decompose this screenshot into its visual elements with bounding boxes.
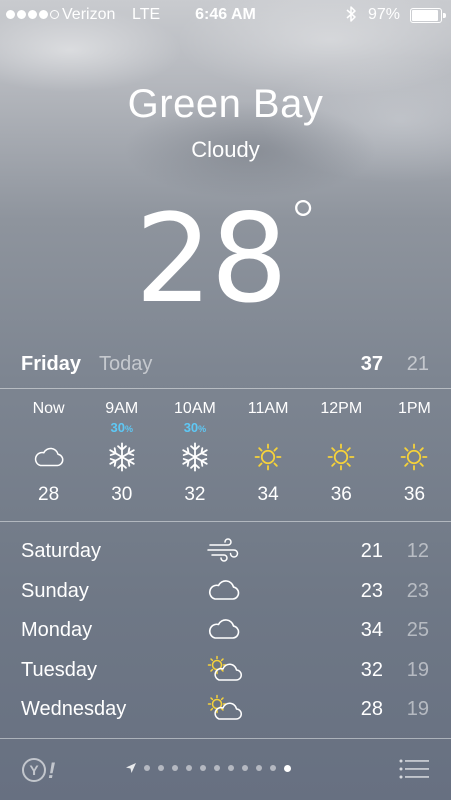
day-high: 23: [360, 579, 383, 602]
precip-chance: 30%: [183, 420, 207, 435]
page-dot[interactable]: [214, 765, 220, 771]
precip-chance: [232, 420, 305, 436]
page-dot[interactable]: [144, 765, 150, 771]
day-low: 12: [406, 540, 429, 562]
hourly-forecast[interactable]: Now 28 9AM 30% 30 10AM 30% 32 11AM 34 12PM 36 1PM 36: [0, 398, 451, 518]
day-name: Monday: [21, 619, 93, 641]
hour-label: 11AM: [247, 400, 289, 417]
bottom-toolbar: Y!: [0, 738, 451, 800]
day-high: 28: [360, 698, 383, 720]
daily-forecast-row: Tuesday 32 19: [0, 651, 451, 691]
divider: [0, 388, 451, 389]
today-summary-row: Friday Today 37 21: [0, 345, 451, 385]
day-high: 21: [360, 540, 383, 562]
hour-label: 12PM: [320, 400, 363, 417]
yahoo-logo-button[interactable]: Y!: [22, 758, 62, 784]
battery-percentage: 97%: [368, 6, 401, 23]
today-day-name: Friday: [21, 353, 82, 375]
hourly-item: 11AM 34: [232, 398, 305, 518]
day-name: Saturday: [21, 540, 102, 562]
battery-icon: [410, 8, 446, 23]
page-dot[interactable]: [270, 765, 276, 771]
page-dot[interactable]: [172, 765, 178, 771]
page-dot[interactable]: [242, 765, 248, 771]
hourly-item: 12PM 36: [305, 398, 378, 518]
precip-chance: [12, 420, 85, 436]
precip-chance: [378, 420, 451, 436]
current-temperature: 28°: [0, 158, 451, 324]
hour-label: 10AM: [174, 400, 216, 417]
page-dot-active[interactable]: [284, 764, 291, 772]
page-dot[interactable]: [186, 765, 192, 771]
daily-forecast-row: Saturday 21 12: [0, 532, 451, 572]
current-temperature-value: 28: [134, 188, 288, 330]
sun-icon: [232, 440, 305, 480]
cloud-icon: [206, 615, 242, 643]
snow-icon: [85, 440, 158, 480]
today-high: 37: [360, 353, 383, 375]
hourly-item: Now 28: [12, 398, 85, 518]
page-indicator[interactable]: [126, 762, 291, 774]
daily-forecast-row: Wednesday 28 19: [0, 690, 451, 730]
degree-symbol: °: [288, 188, 318, 258]
bluetooth-icon: [345, 5, 357, 27]
daily-forecast-row: Sunday 23 23: [0, 572, 451, 612]
hour-temperature: 36: [403, 484, 426, 505]
location-arrow-icon: [126, 763, 136, 773]
hourly-item: 1PM 36: [378, 398, 451, 518]
day-low: 25: [406, 619, 429, 641]
cloud-icon: [206, 576, 242, 604]
daily-forecast-list: Saturday 21 12 Sunday 23 23 Monday 34 25 Tuesday 3…: [0, 532, 451, 730]
hour-temperature: 36: [330, 484, 352, 505]
day-high: 32: [360, 658, 383, 681]
page-dot[interactable]: [256, 765, 262, 771]
page-dot[interactable]: [200, 765, 206, 771]
day-low: 19: [406, 698, 429, 720]
partly-sunny-icon: [206, 655, 242, 683]
page-dot[interactable]: [228, 765, 234, 771]
precip-chance: 30%: [110, 420, 133, 435]
cloud-icon: [12, 440, 85, 480]
city-list-icon[interactable]: [399, 758, 429, 780]
hour-temperature: 32: [184, 484, 206, 505]
page-dot[interactable]: [158, 765, 164, 771]
daily-forecast-row: Monday 34 25: [0, 611, 451, 651]
hourly-item: 9AM 30% 30: [85, 398, 158, 518]
day-low: 19: [406, 658, 429, 681]
hour-label: 1PM: [397, 400, 431, 417]
sun-icon: [378, 440, 451, 480]
divider: [0, 521, 451, 522]
day-high: 34: [360, 619, 383, 641]
hour-temperature: 34: [257, 484, 279, 505]
snow-icon: [158, 440, 231, 480]
day-low: 23: [406, 579, 429, 602]
hourly-item: 10AM 30% 32: [158, 398, 231, 518]
hour-temperature: 30: [111, 484, 133, 505]
today-low: 21: [406, 353, 429, 375]
hour-label: Now: [32, 400, 65, 417]
wind-icon: [206, 536, 242, 564]
day-name: Sunday: [21, 579, 89, 602]
hour-label: 9AM: [105, 400, 139, 417]
hour-temperature: 28: [38, 484, 60, 505]
day-name: Tuesday: [21, 658, 97, 681]
day-name: Wednesday: [21, 698, 127, 720]
city-name: Green Bay: [127, 82, 324, 126]
sun-icon: [305, 440, 378, 480]
precip-chance: [305, 420, 378, 436]
today-label: Today: [99, 353, 153, 375]
status-bar: Verizon LTE 6:46 AM 97%: [0, 0, 451, 30]
partly-sunny-icon: [206, 694, 242, 722]
